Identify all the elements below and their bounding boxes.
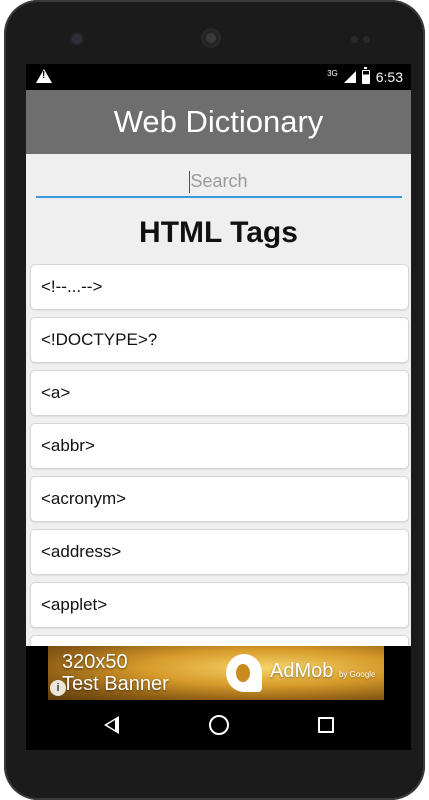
list-item-label: <a> (41, 383, 71, 402)
recent-apps-icon[interactable] (318, 717, 334, 733)
sensor-icon (351, 36, 358, 43)
app-title-bar: Web Dictionary (26, 90, 411, 154)
tag-list: <!--...--> <!DOCTYPE>? <a> <abbr> <acron… (30, 264, 409, 646)
text-cursor (189, 171, 190, 193)
battery-icon (361, 67, 370, 84)
back-icon[interactable] (104, 716, 119, 734)
list-item[interactable]: <address> (30, 529, 409, 575)
earpiece-icon (201, 28, 221, 48)
search-input[interactable] (36, 166, 402, 198)
ad-brand: AdMob by Google (270, 660, 375, 683)
info-icon[interactable]: i (50, 680, 66, 696)
list-item-label: <acronym> (41, 489, 127, 508)
list-item[interactable]: <acronym> (30, 476, 409, 522)
signal-icon (343, 71, 356, 83)
ad-brand-sub: by Google (338, 670, 376, 679)
list-item[interactable]: <applet> (30, 582, 409, 628)
list-item-label: <!DOCTYPE>? (41, 330, 158, 349)
navigation-bar (26, 700, 411, 750)
status-time: 6:53 (375, 69, 403, 85)
list-item[interactable]: <a> (30, 370, 409, 416)
page-title: HTML Tags (139, 216, 298, 249)
network-type: 3G (327, 68, 338, 78)
list-item[interactable] (30, 635, 409, 646)
list-item[interactable]: <!--...--> (30, 264, 409, 310)
app-title: Web Dictionary (113, 104, 324, 139)
main-content: HTML Tags <!--...--> <!DOCTYPE>? <a> <ab… (26, 154, 411, 646)
ad-line-2: Test Banner (62, 673, 169, 695)
list-item[interactable]: <abbr> (30, 423, 409, 469)
list-item-label: <abbr> (41, 436, 95, 455)
phone-frame: 3G 6:53 Web Dictionary HTML Tags <!--...… (4, 0, 425, 800)
screen: 3G 6:53 Web Dictionary HTML Tags <!--...… (26, 64, 411, 750)
warning-icon (36, 69, 52, 83)
list-item-label: <applet> (41, 595, 108, 614)
status-icons: 3G 6:53 (327, 67, 403, 85)
list-item-label: <address> (41, 542, 122, 561)
ad-brand-name: AdMob (270, 660, 334, 682)
list-item-label: <!--...--> (41, 277, 103, 296)
ad-banner[interactable]: 320x50 Test Banner i AdMob by Google (48, 646, 384, 700)
status-bar: 3G 6:53 (26, 64, 411, 90)
list-item[interactable]: <!DOCTYPE>? (30, 317, 409, 363)
ad-line-1: 320x50 (62, 651, 128, 673)
admob-logo-icon (226, 654, 262, 692)
sensor-icon (363, 36, 370, 43)
ad-text: 320x50 Test Banner (62, 651, 169, 695)
home-icon[interactable] (209, 715, 229, 735)
camera-icon (72, 34, 82, 44)
